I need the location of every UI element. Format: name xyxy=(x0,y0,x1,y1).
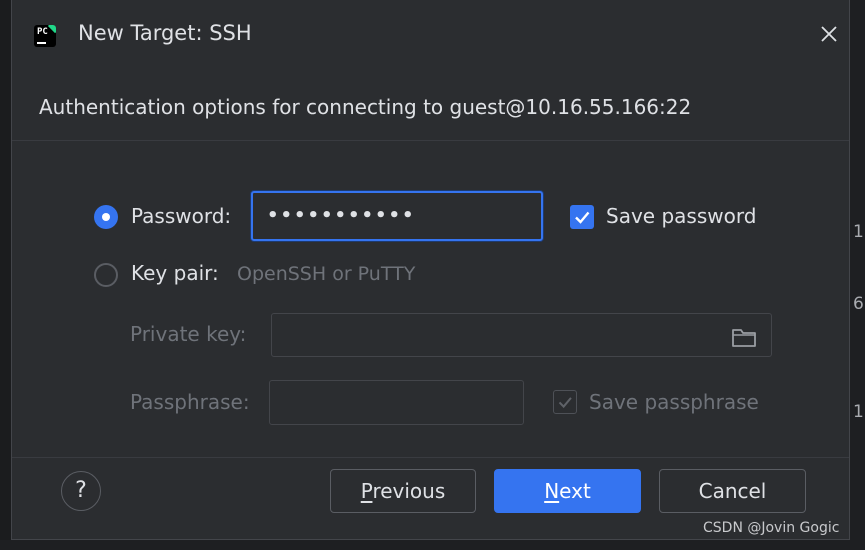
checkmark-icon xyxy=(558,397,572,409)
previous-mnemonic: P xyxy=(360,479,373,503)
folder-icon[interactable] xyxy=(731,326,757,348)
save-password-checkbox[interactable] xyxy=(570,205,594,229)
private-key-input[interactable] xyxy=(271,313,772,357)
key-pair-radio[interactable] xyxy=(94,263,118,287)
checkmark-icon xyxy=(575,211,590,224)
background-window-edge xyxy=(850,0,865,550)
key-pair-hint: OpenSSH or PuTTY xyxy=(237,263,416,285)
help-button[interactable]: ? xyxy=(61,471,101,511)
auth-options-heading: Authentication options for connecting to… xyxy=(39,95,692,119)
key-pair-label: Key pair: xyxy=(131,261,219,285)
private-key-label: Private key: xyxy=(130,322,247,346)
footer-divider xyxy=(12,457,849,458)
background-text: 1. xyxy=(853,402,865,422)
passphrase-label: Passphrase: xyxy=(130,390,250,414)
background-window-bottom xyxy=(0,540,865,550)
password-radio[interactable] xyxy=(94,205,118,229)
save-passphrase-checkbox[interactable] xyxy=(553,390,577,414)
new-target-ssh-dialog: PC New Target: SSH Authentication option… xyxy=(11,0,850,540)
previous-button[interactable]: Previous xyxy=(330,469,476,513)
save-passphrase-label: Save passphrase xyxy=(589,390,759,414)
dialog-title: New Target: SSH xyxy=(78,21,252,45)
background-text: 6 xyxy=(853,294,864,314)
save-password-label[interactable]: Save password xyxy=(606,204,756,228)
next-mnemonic: N xyxy=(544,479,560,503)
pycharm-icon: PC xyxy=(34,25,56,47)
password-input[interactable]: ••••••••••• xyxy=(251,191,543,241)
header-divider xyxy=(12,140,849,141)
close-button[interactable] xyxy=(817,22,841,46)
next-button[interactable]: Next xyxy=(494,469,641,513)
watermark: CSDN @Jovin Gogic xyxy=(703,520,840,536)
previous-label: revious xyxy=(372,479,446,503)
password-label: Password: xyxy=(131,204,232,228)
cancel-button[interactable]: Cancel xyxy=(659,469,806,513)
passphrase-input[interactable] xyxy=(269,380,524,425)
background-text: 1. xyxy=(853,222,865,242)
close-icon xyxy=(821,26,837,42)
dialog-titlebar: PC New Target: SSH xyxy=(12,0,849,72)
next-label: ext xyxy=(559,479,591,503)
